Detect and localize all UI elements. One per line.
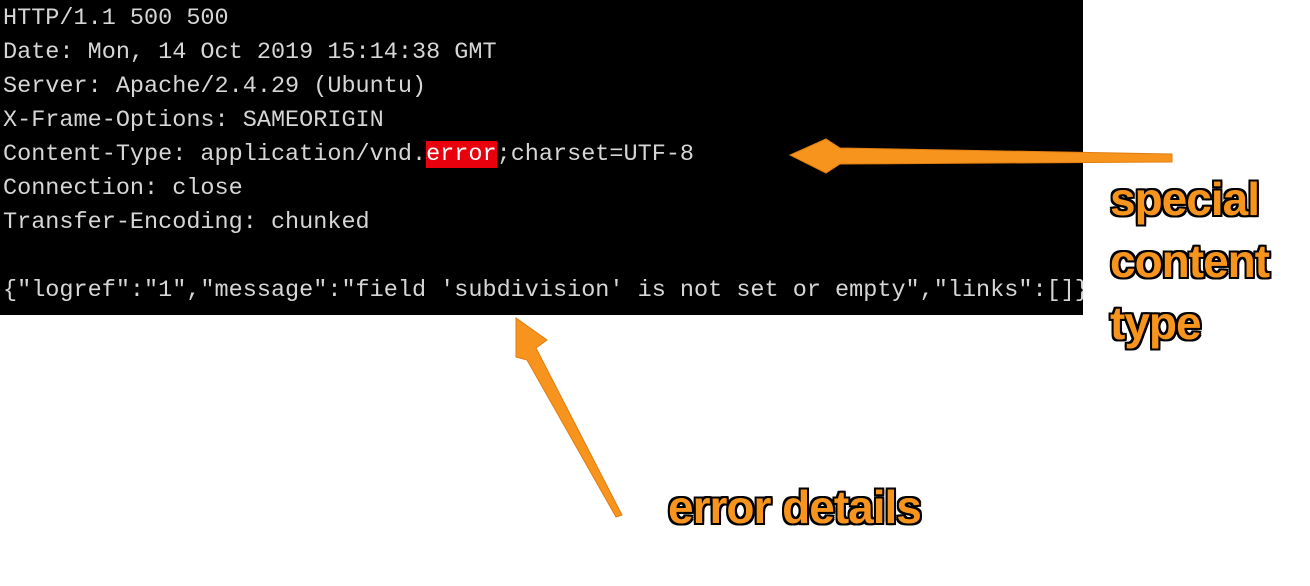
arrow-error-details — [515, 317, 623, 518]
content-type-annotation: special content type — [1110, 168, 1270, 354]
annotation-line: content — [1110, 235, 1270, 287]
error-details-annotation: error details — [668, 481, 922, 533]
annotation-line: type — [1110, 297, 1202, 349]
annotation-line: special — [1110, 173, 1260, 225]
